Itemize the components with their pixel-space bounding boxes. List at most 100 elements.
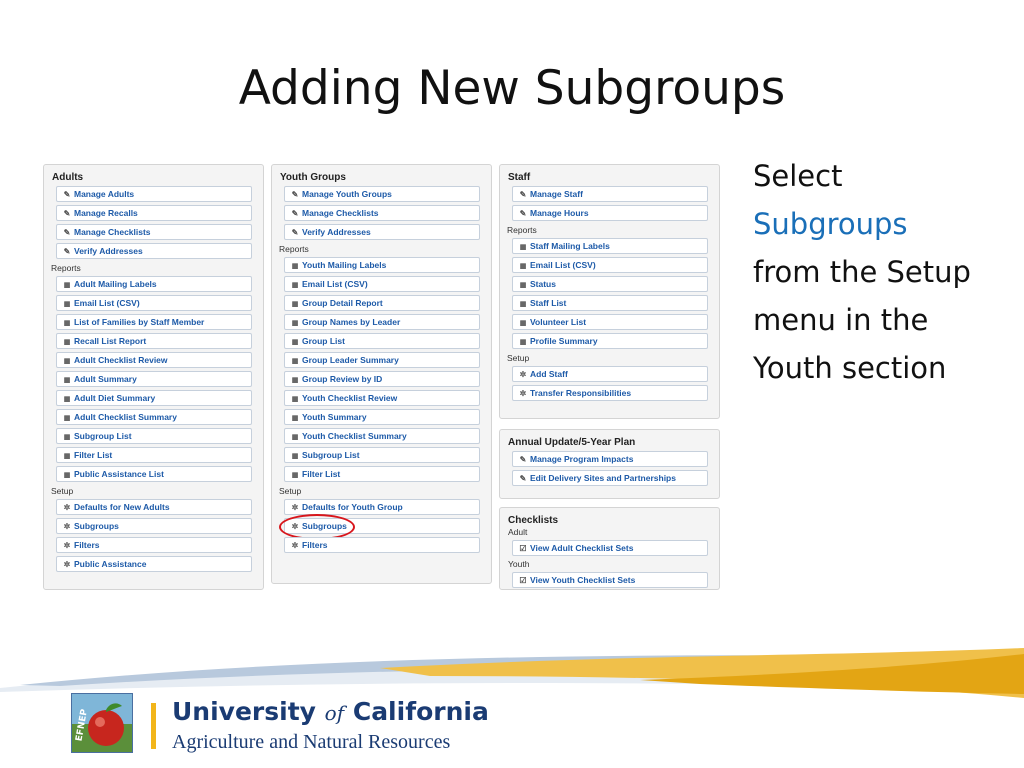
instruction-text: Select Subgroups from the Setup menu in …: [753, 152, 1018, 392]
recall-list-report-link[interactable]: ▦ Recall List Report: [56, 333, 252, 349]
report-icon: ▦: [519, 320, 527, 327]
efnep-logo: EFNEP: [71, 693, 133, 753]
add-staff-link[interactable]: ✲ Add Staff: [512, 366, 708, 382]
youth-subgroup-list-link[interactable]: ▦ Subgroup List: [284, 447, 480, 463]
staff-reports-label: Reports: [507, 225, 537, 235]
profile-summary-link[interactable]: ▦ Profile Summary: [512, 333, 708, 349]
adults-panel-title: Adults: [52, 172, 84, 183]
families-by-staff-link[interactable]: ▦ List of Families by Staff Member: [56, 314, 252, 330]
public-assistance-list-link[interactable]: ▦ Public Assistance List: [56, 466, 252, 482]
staff-email-list-link[interactable]: ▦ Email List (CSV): [512, 257, 708, 273]
report-icon: ▦: [519, 263, 527, 270]
adult-email-list-link[interactable]: ▦ Email List (CSV): [56, 295, 252, 311]
manage-adults-link[interactable]: ✎ Manage Adults: [56, 186, 252, 202]
youth-mailing-labels-link[interactable]: ▦ Youth Mailing Labels: [284, 257, 480, 273]
instruction-line-2: Subgroups: [753, 207, 908, 241]
youth-checklist-summary-link[interactable]: ▦ Youth Checklist Summary: [284, 428, 480, 444]
annual-update-panel: Annual Update/5-Year Plan ✎ Manage Progra…: [499, 429, 720, 499]
view-adult-checklist-sets-link[interactable]: ☑ View Adult Checklist Sets: [512, 540, 708, 556]
staff-list-link[interactable]: ▦ Staff List: [512, 295, 708, 311]
report-icon: ▦: [291, 282, 299, 289]
group-list-link[interactable]: ▦ Group List: [284, 333, 480, 349]
public-assistance-link[interactable]: ✲ Public Assistance: [56, 556, 252, 572]
adult-checklist-summary-link[interactable]: ▦ Adult Checklist Summary: [56, 409, 252, 425]
report-icon: ▦: [519, 282, 527, 289]
pencil-icon: ✎: [519, 455, 527, 464]
checklists-youth-label: Youth: [508, 559, 530, 569]
report-icon: ▦: [63, 282, 71, 289]
edit-delivery-sites-link[interactable]: ✎ Edit Delivery Sites and Partnerships: [512, 470, 708, 486]
adult-filters-link[interactable]: ✲ Filters: [56, 537, 252, 553]
gear-icon: ✲: [519, 389, 527, 398]
report-icon: ▦: [291, 434, 299, 441]
report-icon: ▦: [63, 415, 71, 422]
report-icon: ▦: [291, 320, 299, 327]
report-icon: ▦: [63, 301, 71, 308]
youth-checklist-review-link[interactable]: ▦ Youth Checklist Review: [284, 390, 480, 406]
adult-mailing-labels-link[interactable]: ▦ Adult Mailing Labels: [56, 276, 252, 292]
report-icon: ▦: [519, 339, 527, 346]
youth-filters-link[interactable]: ✲ Filters: [284, 537, 480, 553]
staff-mailing-labels-link[interactable]: ▦ Staff Mailing Labels: [512, 238, 708, 254]
group-review-by-id-link[interactable]: ▦ Group Review by ID: [284, 371, 480, 387]
transfer-responsibilities-link[interactable]: ✲ Transfer Responsibilities: [512, 385, 708, 401]
gear-icon: ✲: [291, 503, 299, 512]
adult-subgroups-link[interactable]: ✲ Subgroups: [56, 518, 252, 534]
report-icon: ▦: [63, 396, 71, 403]
report-icon: ▦: [63, 453, 71, 460]
adult-diet-summary-link[interactable]: ▦ Adult Diet Summary: [56, 390, 252, 406]
manage-hours-link[interactable]: ✎ Manage Hours: [512, 205, 708, 221]
adult-summary-link[interactable]: ▦ Adult Summary: [56, 371, 252, 387]
volunteer-list-link[interactable]: ▦ Volunteer List: [512, 314, 708, 330]
youth-groups-panel: Youth Groups ✎ Manage Youth Groups ✎ Manag…: [271, 164, 492, 584]
checklist-icon: ☑: [519, 544, 527, 553]
manage-recalls-link[interactable]: ✎ Manage Recalls: [56, 205, 252, 221]
report-icon: ▦: [291, 339, 299, 346]
report-icon: ▦: [291, 358, 299, 365]
pencil-icon: ✎: [519, 190, 527, 199]
checklists-panel-title: Checklists: [508, 515, 559, 526]
view-youth-checklist-sets-link[interactable]: ☑ View Youth Checklist Sets: [512, 572, 708, 588]
manage-youth-groups-link[interactable]: ✎ Manage Youth Groups: [284, 186, 480, 202]
staff-panel: Staff ✎ Manage Staff ✎ Manage Hours Report…: [499, 164, 720, 419]
youth-summary-link[interactable]: ▦ Youth Summary: [284, 409, 480, 425]
youth-manage-checklists-link[interactable]: ✎ Manage Checklists: [284, 205, 480, 221]
report-icon: ▦: [63, 434, 71, 441]
group-names-by-leader-link[interactable]: ▦ Group Names by Leader: [284, 314, 480, 330]
report-icon: ▦: [519, 301, 527, 308]
adult-subgroup-list-link[interactable]: ▦ Subgroup List: [56, 428, 252, 444]
logo-divider-bar: [151, 703, 156, 749]
gear-icon: ✲: [519, 370, 527, 379]
pencil-icon: ✎: [63, 209, 71, 218]
adult-checklist-review-link[interactable]: ▦ Adult Checklist Review: [56, 352, 252, 368]
pencil-icon: ✎: [291, 228, 299, 237]
gear-icon: ✲: [291, 541, 299, 550]
manage-staff-link[interactable]: ✎ Manage Staff: [512, 186, 708, 202]
manage-checklists-link[interactable]: ✎ Manage Checklists: [56, 224, 252, 240]
manage-program-impacts-link[interactable]: ✎ Manage Program Impacts: [512, 451, 708, 467]
gear-icon: ✲: [63, 522, 71, 531]
adult-filter-list-link[interactable]: ▦ Filter List: [56, 447, 252, 463]
staff-status-link[interactable]: ▦ Status: [512, 276, 708, 292]
group-detail-report-link[interactable]: ▦ Group Detail Report: [284, 295, 480, 311]
pencil-icon: ✎: [291, 209, 299, 218]
report-icon: ▦: [63, 339, 71, 346]
verify-addresses-link[interactable]: ✎ Verify Addresses: [56, 243, 252, 259]
youth-verify-addresses-link[interactable]: ✎ Verify Addresses: [284, 224, 480, 240]
youth-filter-list-link[interactable]: ▦ Filter List: [284, 466, 480, 482]
youth-subgroups-link[interactable]: ✲ Subgroups: [279, 514, 480, 540]
division-name: Agriculture and Natural Resources: [172, 731, 451, 753]
defaults-youth-group-link[interactable]: ✲ Defaults for Youth Group: [284, 499, 480, 515]
report-icon: ▦: [63, 320, 71, 327]
report-icon: ▦: [291, 263, 299, 270]
report-icon: ▦: [291, 453, 299, 460]
group-leader-summary-link[interactable]: ▦ Group Leader Summary: [284, 352, 480, 368]
report-icon: ▦: [291, 415, 299, 422]
checklists-panel: Checklists Adult ☑ View Adult Checklist S…: [499, 507, 720, 590]
instruction-line-1: Select: [753, 159, 843, 193]
apple-logo-icon: EFNEP: [72, 694, 132, 752]
youth-email-list-link[interactable]: ▦ Email List (CSV): [284, 276, 480, 292]
defaults-new-adults-link[interactable]: ✲ Defaults for New Adults: [56, 499, 252, 515]
instruction-line-3: from the Setup: [753, 255, 971, 289]
pencil-icon: ✎: [63, 247, 71, 256]
